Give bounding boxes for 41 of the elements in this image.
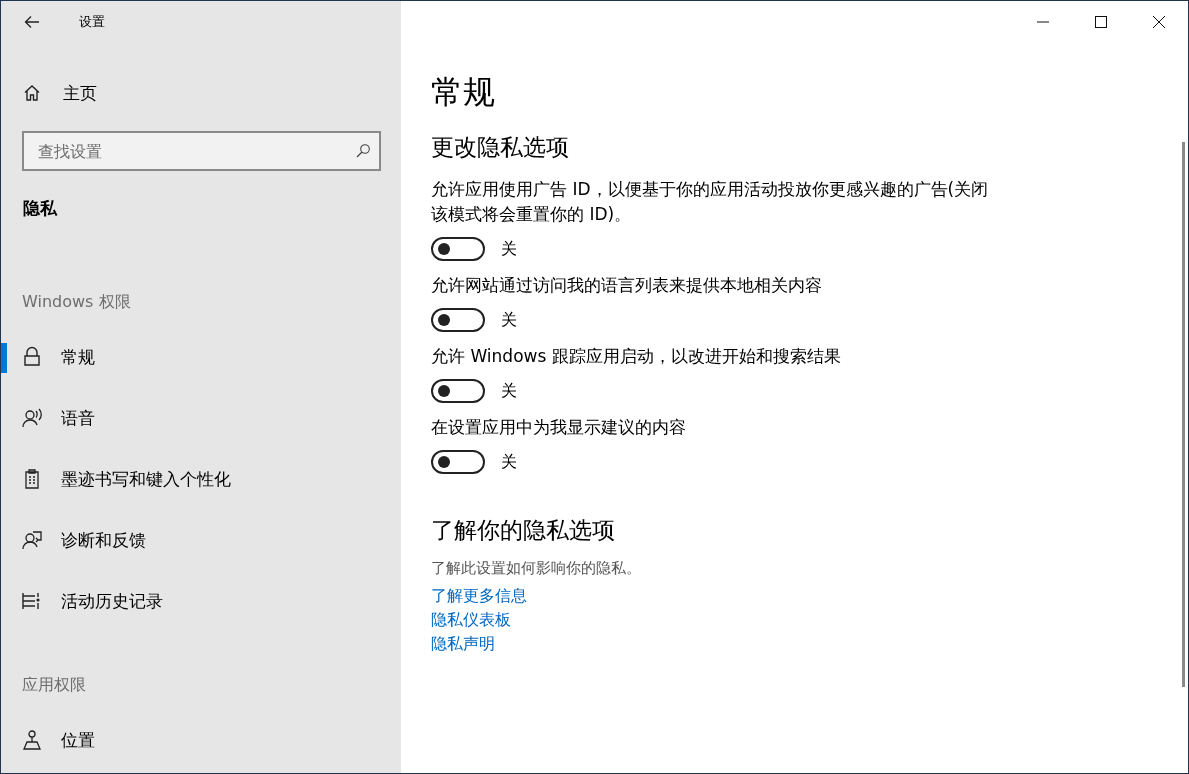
person-pin-icon — [21, 729, 43, 751]
search-field[interactable]: 查找设置 — [22, 131, 381, 171]
nav-item[interactable]: 诊断和反馈 — [1, 518, 401, 562]
link[interactable]: 隐私声明 — [431, 632, 495, 656]
link[interactable]: 隐私仪表板 — [431, 608, 511, 632]
nav-item[interactable]: 墨迹书写和键入个性化 — [1, 457, 401, 501]
group-heading: 应用权限 — [22, 675, 87, 696]
toggle-state: 关 — [501, 451, 517, 473]
section-heading: 更改隐私选项 — [431, 133, 570, 162]
setting-label: 在设置应用中为我显示建议的内容 — [431, 416, 687, 439]
setting-label: 允许应用使用广告 ID，以便基于你的应用活动投放你更感兴趣的广告(关闭该模式将会重置你的 ID)。 — [431, 178, 990, 226]
section-heading: 了解你的隐私选项 — [431, 516, 616, 545]
description-text: 了解此设置如何影响你的隐私。 — [431, 558, 642, 579]
link[interactable]: 了解更多信息 — [431, 584, 527, 608]
setting-label: 允许 Windows 跟踪应用启动，以改进开始和搜索结果 — [431, 345, 842, 368]
toggle-switch[interactable] — [431, 379, 485, 403]
toggle-switch[interactable] — [431, 237, 485, 261]
window-title: 设置 — [79, 13, 105, 31]
toggle-state: 关 — [501, 238, 517, 260]
scrollbar[interactable] — [1182, 142, 1185, 687]
nav-item[interactable]: 常规 — [1, 335, 401, 379]
toggle-switch[interactable] — [431, 450, 485, 474]
setting-label: 允许网站通过访问我的语言列表来提供本地相关内容 — [431, 274, 823, 297]
section-title: 隐私 — [23, 197, 58, 220]
group-heading: Windows 权限 — [22, 292, 132, 313]
toggle-state: 关 — [501, 309, 517, 331]
nav-item[interactable]: 位置 — [1, 718, 401, 762]
page-title: 常规 — [431, 72, 496, 113]
search-icon — [355, 143, 371, 159]
nav-item[interactable]: 语音 — [1, 396, 401, 440]
home-icon — [23, 84, 41, 102]
home-nav-item[interactable]: 主页 — [1, 71, 401, 115]
feedback-icon — [21, 529, 43, 551]
toggle-state: 关 — [501, 380, 517, 402]
maximize-icon — [1095, 16, 1107, 28]
toggle-switch[interactable] — [431, 308, 485, 332]
nav-item[interactable]: 活动历史记录 — [1, 579, 401, 623]
back-arrow-icon — [24, 15, 40, 29]
lock-icon — [21, 346, 43, 368]
speech-icon — [21, 407, 43, 429]
close-icon — [1153, 16, 1165, 28]
